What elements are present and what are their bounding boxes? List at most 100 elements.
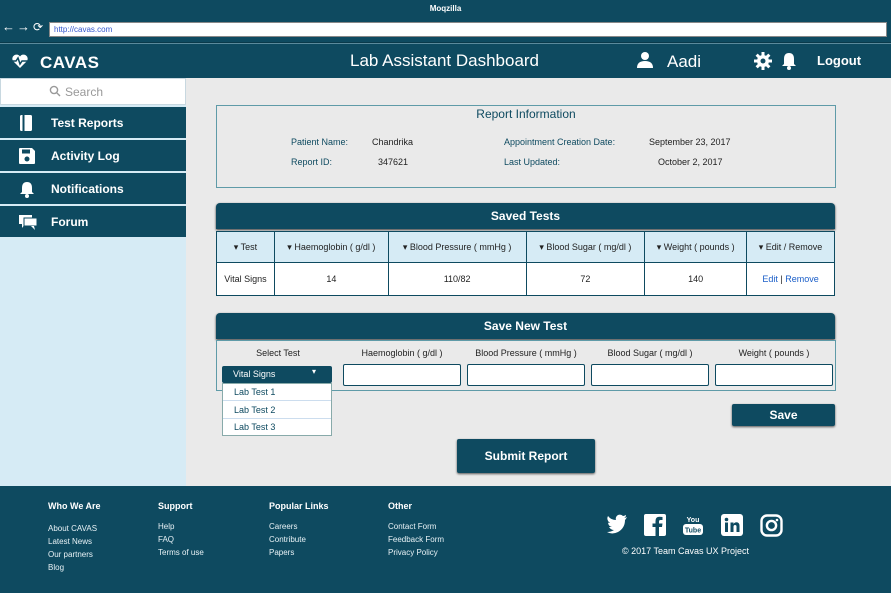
heart-pulse-icon <box>11 54 29 68</box>
report-icon <box>20 115 32 131</box>
report-info-panel: Report Information Patient Name: Chandri… <box>216 105 836 188</box>
haemoglobin-cell: 14 <box>273 262 389 296</box>
sidebar-item-label: Test Reports <box>51 116 124 130</box>
reload-icon[interactable]: ⟳ <box>33 20 43 34</box>
footer-link[interactable]: Terms of use <box>158 548 204 557</box>
linkedin-icon[interactable] <box>721 514 743 536</box>
sidebar: Search Test Reports Activity Log Notific… <box>0 78 186 486</box>
footer-link[interactable]: Our partners <box>48 550 93 559</box>
footer-link[interactable]: Contribute <box>269 535 306 544</box>
column-header[interactable]: ▾ Weight ( pounds ) <box>644 231 748 263</box>
column-header[interactable]: ▾ Blood Sugar ( mg/dl ) <box>525 231 646 263</box>
patient-name-value: Chandrika <box>372 137 414 147</box>
sidebar-item-label: Activity Log <box>51 149 120 163</box>
footer-link[interactable]: Careers <box>269 522 297 531</box>
saved-tests-table: ▾ Test ▾ Haemoglobin ( g/dl ) ▾ Blood Pr… <box>216 231 835 296</box>
save-new-test-header: Save New Test <box>216 313 835 339</box>
footer-heading: Other <box>388 501 413 511</box>
weight-label: Weight ( pounds ) <box>738 348 810 358</box>
gear-icon[interactable] <box>754 52 772 70</box>
test-options-list: Lab Test 1 Lab Test 2 Lab Test 3 <box>222 383 332 436</box>
test-cell: Vital Signs <box>216 262 275 296</box>
blood-sugar-cell: 72 <box>525 262 646 296</box>
edit-remove-cell: Edit | Remove <box>746 262 835 296</box>
sidebar-item-label: Notifications <box>51 182 124 196</box>
last-updated-label: Last Updated: <box>504 157 561 167</box>
user-name[interactable]: Aadi <box>667 52 701 72</box>
footer-link[interactable]: Contact Form <box>388 522 436 531</box>
sidebar-item-test-reports[interactable]: Test Reports <box>0 107 186 139</box>
twitter-icon[interactable] <box>606 514 628 534</box>
bell-icon[interactable] <box>781 52 797 70</box>
copyright-icon: © <box>622 546 629 556</box>
report-id-label: Report ID: <box>291 157 333 167</box>
forum-icon <box>19 215 37 230</box>
footer-heading: Who We Are <box>48 501 101 511</box>
remove-link[interactable]: Remove <box>785 274 819 284</box>
select-test-label: Select Test <box>256 348 300 358</box>
sidebar-item-notifications[interactable]: Notifications <box>0 173 186 205</box>
column-header[interactable]: ▾ Test <box>216 231 275 263</box>
footer-link[interactable]: About CAVAS <box>48 524 97 533</box>
weight-cell: 140 <box>644 262 748 296</box>
option-lab-test-2[interactable]: Lab Test 2 <box>223 402 331 419</box>
blood-pressure-input[interactable] <box>467 364 585 386</box>
brand-logo[interactable]: CAVAS <box>40 53 100 73</box>
saved-tests-header: Saved Tests <box>216 203 835 229</box>
logout-button[interactable]: Logout <box>817 53 861 68</box>
footer-link[interactable]: Feedback Form <box>388 535 444 544</box>
user-icon[interactable] <box>636 51 654 69</box>
column-header[interactable]: ▾ Edit / Remove <box>746 231 835 263</box>
save-icon <box>19 148 35 164</box>
last-updated-value: October 2, 2017 <box>658 157 723 167</box>
patient-name-label: Patient Name: <box>291 137 349 147</box>
sidebar-item-label: Forum <box>51 215 89 229</box>
search-input[interactable]: Search <box>0 78 186 105</box>
blood-pressure-cell: 110/82 <box>387 262 527 296</box>
sidebar-item-forum[interactable]: Forum <box>0 206 186 238</box>
table-row: Vital Signs 14 110/82 72 140 Edit | Remo… <box>216 262 835 296</box>
blood-pressure-label: Blood Pressure ( mmHg ) <box>475 348 577 358</box>
youtube-icon[interactable]: You Tube <box>682 514 704 536</box>
facebook-icon[interactable] <box>644 514 666 536</box>
blood-sugar-input[interactable] <box>591 364 709 386</box>
submit-report-button[interactable]: Submit Report <box>457 439 595 473</box>
page-title: Lab Assistant Dashboard <box>350 51 540 70</box>
svg-text:You: You <box>687 517 700 524</box>
option-lab-test-1[interactable]: Lab Test 1 <box>223 384 331 401</box>
creation-date-label: Appointment Creation Date: <box>504 137 616 147</box>
url-bar[interactable]: http://cavas.com <box>49 22 887 37</box>
weight-input[interactable] <box>715 364 833 386</box>
edit-link[interactable]: Edit <box>762 274 778 284</box>
footer-link[interactable]: Papers <box>269 548 294 557</box>
app-header: CAVAS Lab Assistant Dashboard Aadi Logou… <box>0 43 891 78</box>
back-icon[interactable]: ← <box>2 20 15 34</box>
browser-title: Moqzilla <box>429 4 462 13</box>
footer-link[interactable]: Privacy Policy <box>388 548 438 557</box>
dropdown-caret-icon: ▾ <box>312 367 317 376</box>
column-header[interactable]: ▾ Haemoglobin ( g/dl ) <box>273 231 389 263</box>
blood-sugar-label: Blood Sugar ( mg/dl ) <box>607 348 693 358</box>
save-button[interactable]: Save <box>732 404 835 426</box>
sidebar-item-activity-log[interactable]: Activity Log <box>0 140 186 172</box>
footer: Who We Are About CAVAS Latest News Our p… <box>0 486 891 593</box>
footer-heading: Support <box>158 501 193 511</box>
table-header-row: ▾ Test ▾ Haemoglobin ( g/dl ) ▾ Blood Pr… <box>216 231 835 263</box>
search-icon <box>49 85 61 97</box>
footer-link[interactable]: Blog <box>48 563 64 572</box>
haemoglobin-label: Haemoglobin ( g/dl ) <box>361 348 443 358</box>
select-test-dropdown[interactable]: Vital Signs ▾ <box>222 366 332 383</box>
haemoglobin-input[interactable] <box>343 364 461 386</box>
forward-icon[interactable]: → <box>17 20 30 34</box>
svg-text:Tube: Tube <box>685 528 701 535</box>
instagram-icon[interactable] <box>760 514 783 537</box>
footer-link[interactable]: Help <box>158 522 174 531</box>
column-header[interactable]: ▾ Blood Pressure ( mmHg ) <box>387 231 527 263</box>
selected-test: Vital Signs <box>233 369 276 379</box>
copyright-text: © 2017 Team Cavas UX Project <box>622 546 749 556</box>
report-info-title: Report Information <box>476 107 576 121</box>
search-placeholder: Search <box>65 85 104 99</box>
footer-link[interactable]: Latest News <box>48 537 92 546</box>
footer-link[interactable]: FAQ <box>158 535 174 544</box>
option-lab-test-3[interactable]: Lab Test 3 <box>223 419 331 436</box>
